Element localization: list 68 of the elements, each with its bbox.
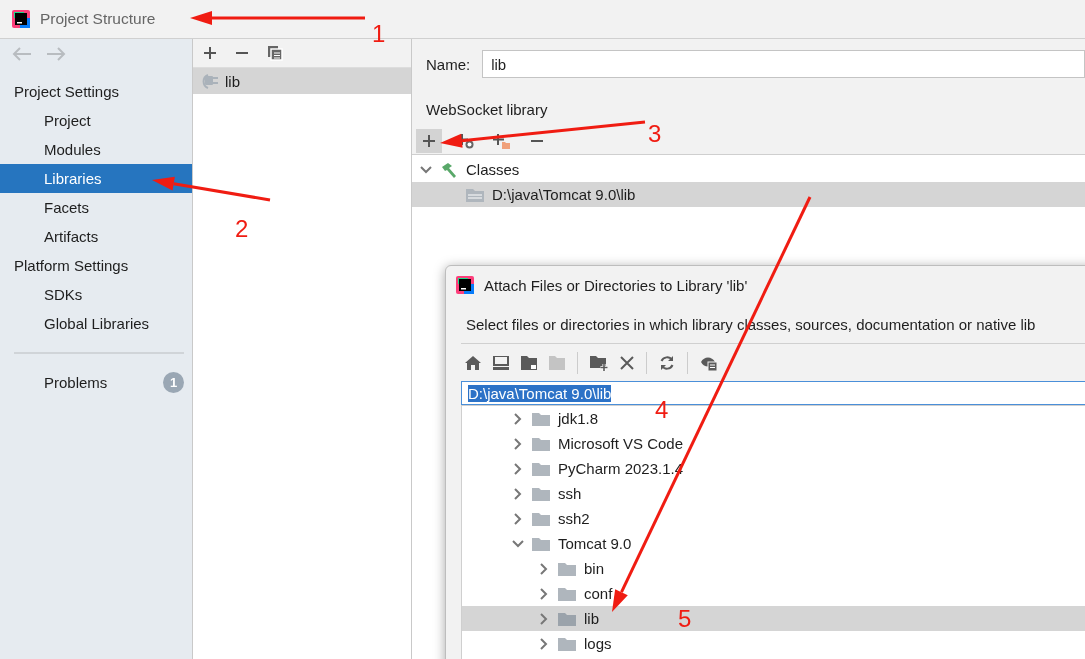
copy-icon[interactable] [267, 45, 283, 61]
hammer-icon [440, 161, 458, 178]
sidebar-item[interactable]: Global Libraries [0, 309, 192, 338]
tree-item-label: Classes [466, 161, 520, 178]
tree-row[interactable]: D:\java\Tomcat 9.0\lib [412, 182, 1085, 207]
tree-row[interactable]: ssh [462, 481, 586, 506]
tree-item-label: logs [584, 635, 612, 652]
expand-chevron-icon[interactable] [513, 412, 523, 425]
sidebar-item[interactable]: Facets [0, 193, 192, 222]
collapse-chevron-icon[interactable] [512, 538, 524, 549]
sidebar-item[interactable]: Problems [44, 373, 108, 391]
app-logo-icon [456, 276, 474, 294]
expand-chevron-icon[interactable] [539, 562, 549, 575]
home-icon[interactable] [465, 356, 481, 370]
annotation-number: 1 [372, 22, 386, 46]
tree-item-label: Microsoft VS Code [558, 435, 684, 452]
sidebar-item[interactable]: Project [0, 106, 192, 135]
plus-icon [422, 134, 436, 148]
name-label: Name: [426, 55, 471, 73]
tree-item-label: D:\java\Tomcat 9.0\lib [492, 186, 636, 203]
collapse-chevron-icon[interactable] [420, 164, 432, 175]
tree-item-label: bin [584, 560, 605, 577]
annotation-number: 2 [235, 217, 249, 241]
delete-icon[interactable] [620, 356, 634, 370]
expand-chevron-icon[interactable] [513, 512, 523, 525]
sidebar-item[interactable]: Modules [0, 135, 192, 164]
library-type-label: WebSocket library [425, 100, 549, 120]
expand-chevron-icon[interactable] [539, 612, 549, 625]
tree-row[interactable]: Microsoft VS Code [462, 431, 688, 456]
sidebar-item[interactable]: Libraries [0, 164, 192, 193]
name-field[interactable]: lib [482, 50, 1085, 78]
expand-chevron-icon[interactable] [513, 462, 523, 475]
desktop-icon[interactable] [493, 356, 509, 370]
tree-row[interactable]: ssh2 [462, 506, 594, 531]
dialog-title: Attach Files or Directories to Library 'lib' [484, 276, 748, 294]
add-button[interactable] [416, 129, 442, 153]
annotation-number: 3 [648, 122, 662, 146]
add-icon[interactable] [203, 46, 217, 60]
tree-item-label: ssh [558, 485, 582, 502]
annotation-number: 5 [678, 607, 692, 631]
expand-chevron-icon[interactable] [513, 487, 523, 500]
new-folder-icon[interactable] [590, 355, 608, 371]
tree-item-label: conf [584, 585, 613, 602]
tree-row[interactable]: conf [462, 581, 617, 606]
add-folder-icon [492, 133, 510, 149]
tree-row[interactable]: jdk1.8 [462, 406, 603, 431]
sidebar-heading: Platform Settings [13, 256, 130, 276]
tree-item-label: lib [584, 610, 599, 627]
jar-folder-icon [466, 187, 484, 202]
sidebar-item[interactable]: SDKs [0, 280, 192, 309]
sidebar-item[interactable]: Artifacts [0, 222, 192, 251]
tree-row[interactable]: Tomcat 9.0 [462, 531, 636, 556]
expand-chevron-icon[interactable] [539, 637, 549, 650]
problem-count-badge: 1 [163, 371, 184, 393]
tree-item-label: ssh2 [558, 510, 590, 527]
tree-row[interactable]: Classes [412, 157, 524, 182]
sidebar-heading: Project Settings [13, 82, 121, 102]
refresh-icon[interactable] [659, 355, 675, 371]
expand-chevron-icon[interactable] [539, 587, 549, 600]
tree-row[interactable]: logs [462, 631, 616, 656]
tree-row[interactable]: bin [462, 556, 609, 581]
app-logo-icon [12, 10, 30, 28]
library-item[interactable]: lib [193, 68, 411, 94]
library-name: lib [225, 72, 240, 90]
expand-chevron-icon[interactable] [513, 437, 523, 450]
tree-item-label: Tomcat 9.0 [558, 535, 632, 552]
window-title: Project Structure [40, 10, 156, 28]
tree-item-label: jdk1.8 [558, 410, 599, 427]
